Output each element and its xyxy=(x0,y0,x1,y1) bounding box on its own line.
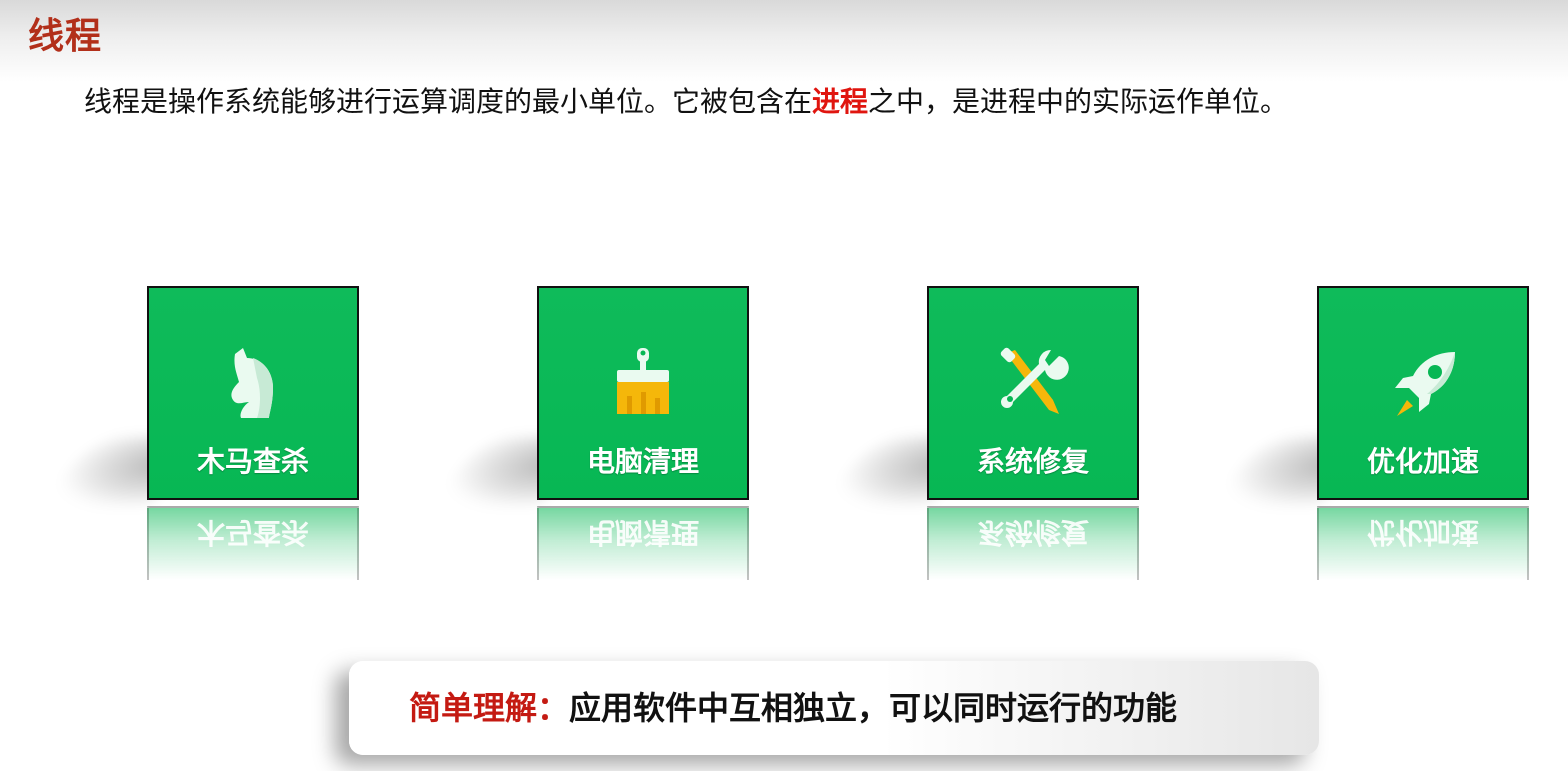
title-band xyxy=(0,0,1568,82)
broom-icon xyxy=(603,344,683,424)
tile-speed-boost[interactable]: 优化加速 xyxy=(1317,286,1529,500)
tile-label: 优化加速 xyxy=(1366,445,1479,478)
summary-body: 应用软件中互相独立，可以同时运行的功能 xyxy=(569,689,1178,727)
slide-title: 线程 xyxy=(28,16,103,57)
tile-system-repair[interactable]: 系统修复 xyxy=(927,286,1139,500)
tile-speed-boost-wrap: 优化加速 优化加速 xyxy=(1212,286,1529,586)
tile-label: 木马查杀 xyxy=(196,445,309,478)
slide-page: 线程 线程是操作系统能够进行运算调度的最小单位。它被包含在进程之中，是进程中的实… xyxy=(0,0,1568,771)
tile-label: 系统修复 xyxy=(976,445,1089,478)
summary-label: 简单理解： xyxy=(409,689,570,727)
definition-part-2: 之中，是进程中的实际运作单位。 xyxy=(868,85,1289,118)
tile-reflection: 木马查杀 xyxy=(147,506,359,580)
tile-trojan-scan[interactable]: 木马查杀 xyxy=(147,286,359,500)
tile-reflection-label: 系统修复 xyxy=(976,516,1089,549)
tile-pc-cleanup-wrap: 电脑清理 电脑清理 xyxy=(432,286,749,586)
tile-pc-cleanup[interactable]: 电脑清理 xyxy=(537,286,749,500)
tile-reflection-label: 木马查杀 xyxy=(196,516,309,549)
definition-highlight: 进程 xyxy=(812,85,869,118)
tile-reflection-label: 优化加速 xyxy=(1366,516,1479,549)
tile-reflection: 电脑清理 xyxy=(537,506,749,580)
tile-reflection: 系统修复 xyxy=(927,506,1139,580)
summary-box: 简单理解：应用软件中互相独立，可以同时运行的功能 xyxy=(349,661,1319,755)
horse-icon xyxy=(213,344,293,424)
tile-reflection: 优化加速 xyxy=(1317,506,1529,580)
tools-icon xyxy=(993,344,1073,424)
tile-trojan-scan-wrap: 木马查杀 木马查杀 xyxy=(42,286,359,586)
tile-label: 电脑清理 xyxy=(586,445,699,478)
summary-text: 简单理解：应用软件中互相独立，可以同时运行的功能 xyxy=(409,683,1177,733)
definition-text: 线程是操作系统能够进行运算调度的最小单位。它被包含在进程之中，是进程中的实际运作… xyxy=(84,82,1288,122)
rocket-icon xyxy=(1383,344,1463,424)
definition-part-1: 线程是操作系统能够进行运算调度的最小单位。它被包含在 xyxy=(84,85,813,118)
tile-reflection-label: 电脑清理 xyxy=(586,516,699,549)
tile-system-repair-wrap: 系统修复 系统修复 xyxy=(822,286,1139,586)
